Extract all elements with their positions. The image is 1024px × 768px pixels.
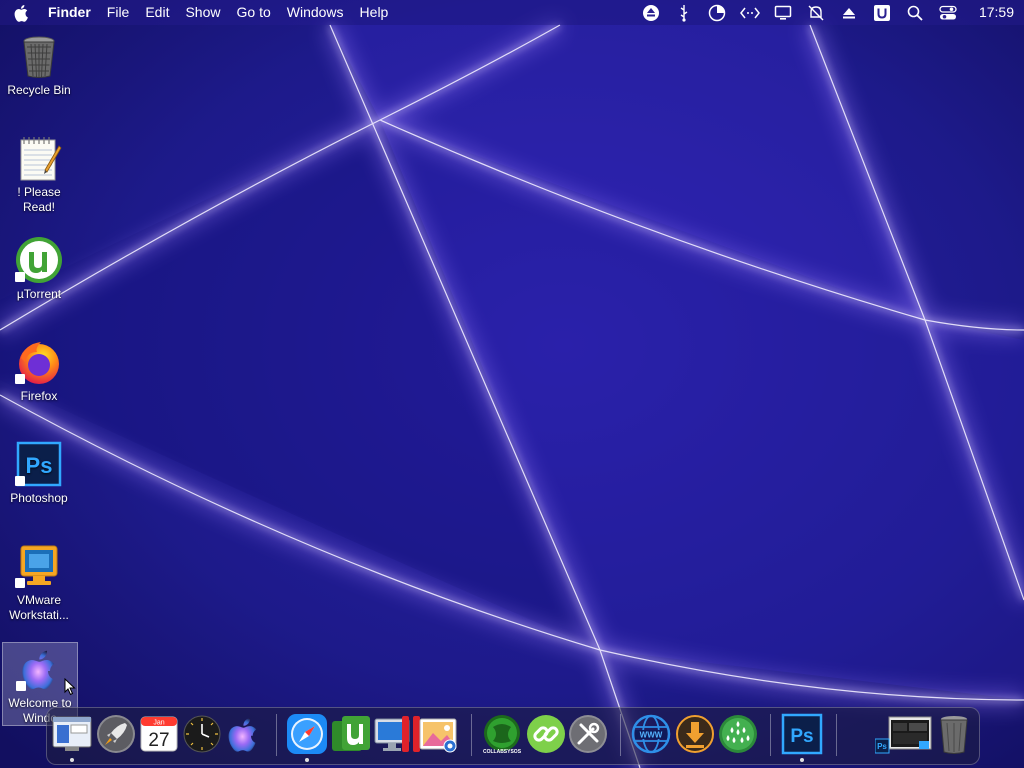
dock-photoshop[interactable]: Ps bbox=[781, 713, 823, 755]
dock-calendar[interactable]: Jan 27 bbox=[138, 713, 180, 755]
dock-finder[interactable] bbox=[51, 713, 93, 755]
desktop-icon-label: ! Please Read! bbox=[17, 185, 61, 214]
drops-icon bbox=[719, 715, 757, 753]
dock-running-indicator bbox=[305, 758, 309, 762]
desktop-icon-please-read[interactable]: ! Please Read! bbox=[2, 134, 76, 215]
dock-drops[interactable] bbox=[717, 713, 759, 755]
link-icon bbox=[527, 715, 565, 753]
dock-collabs[interactable]: COLLABSYSOS bbox=[481, 713, 523, 755]
desktop-icon-label: Firefox bbox=[20, 389, 58, 403]
dock-separator bbox=[836, 714, 837, 756]
utorrent-icon bbox=[332, 716, 370, 751]
mouse-cursor-icon bbox=[64, 678, 76, 696]
svg-text:Ps: Ps bbox=[877, 742, 887, 751]
desktop-icon-label: Recycle Bin bbox=[7, 83, 71, 97]
dock-separator bbox=[471, 714, 472, 756]
safari-icon bbox=[287, 714, 327, 754]
clock-icon bbox=[183, 715, 221, 753]
photoshop-icon: Ps bbox=[15, 440, 63, 488]
display-icon[interactable] bbox=[767, 0, 800, 25]
desktop-icon-recycle-bin[interactable]: Recycle Bin bbox=[2, 32, 76, 98]
dock-safari[interactable] bbox=[286, 713, 328, 755]
menu-show[interactable]: Show bbox=[177, 0, 228, 25]
dock: Jan 27 COLLABSYSOS WWW Ps Ps bbox=[46, 707, 980, 765]
dock-clock[interactable] bbox=[181, 713, 223, 755]
calendar-day: 27 bbox=[148, 730, 169, 751]
dock-running-indicator bbox=[800, 758, 804, 762]
eject-icon[interactable] bbox=[635, 0, 668, 25]
www-globe-icon: WWW bbox=[631, 714, 671, 754]
apple-siri-icon bbox=[228, 718, 257, 752]
dock-launchpad[interactable] bbox=[95, 713, 137, 755]
dock-trash[interactable] bbox=[933, 713, 975, 755]
menu-help[interactable]: Help bbox=[352, 0, 397, 25]
dock-photos[interactable] bbox=[417, 713, 459, 755]
collabs-icon: COLLABSYSOS bbox=[483, 715, 522, 755]
desktop-icon-firefox[interactable]: Firefox bbox=[2, 338, 76, 404]
shortcut-arrow-icon bbox=[15, 578, 25, 588]
launchpad-rocket-icon bbox=[97, 715, 135, 753]
dock-apple-siri[interactable] bbox=[223, 713, 265, 755]
u-badge-icon[interactable] bbox=[866, 0, 899, 25]
muted-bell-icon[interactable] bbox=[800, 0, 833, 25]
dock-link[interactable] bbox=[525, 713, 567, 755]
calendar-month: Jan bbox=[153, 720, 164, 727]
svg-text:Ps: Ps bbox=[26, 453, 53, 478]
utorrent-icon bbox=[15, 236, 63, 284]
shortcut-arrow-icon bbox=[15, 476, 25, 486]
photoshop-label: Ps bbox=[790, 726, 813, 747]
vmware-icon bbox=[15, 542, 63, 590]
dock-running-indicator bbox=[70, 758, 74, 762]
search-icon[interactable] bbox=[899, 0, 932, 25]
apple-logo-icon bbox=[16, 645, 64, 693]
download-icon bbox=[676, 715, 714, 753]
usb-icon[interactable] bbox=[668, 0, 701, 25]
menu-windows[interactable]: Windows bbox=[279, 0, 352, 25]
desktop-screen: Finder File Edit Show Go to Windows Help bbox=[0, 0, 1024, 768]
control-center-icon[interactable] bbox=[932, 0, 965, 25]
firefox-icon bbox=[15, 338, 63, 386]
dock-window-preview[interactable]: Ps bbox=[874, 713, 935, 755]
collabs-label: COLLABSYSOS bbox=[483, 749, 522, 755]
desktop-icon-label: VMware Workstati... bbox=[9, 593, 69, 622]
tools-icon bbox=[569, 715, 607, 753]
shortcut-arrow-icon bbox=[15, 374, 25, 384]
desktop-icon-label: Photoshop bbox=[10, 491, 68, 505]
dock-separator bbox=[770, 714, 771, 756]
dock-utorrent[interactable] bbox=[330, 713, 372, 755]
dock-separator bbox=[620, 714, 621, 756]
desktop-icon-utorrent[interactable]: µTorrent bbox=[2, 236, 76, 302]
desktop-icon-vmware[interactable]: VMware Workstati... bbox=[2, 542, 76, 623]
dock-tools[interactable] bbox=[567, 713, 609, 755]
menu-go-to[interactable]: Go to bbox=[229, 0, 279, 25]
recycle-bin-icon bbox=[15, 32, 63, 80]
menu-file[interactable]: File bbox=[99, 0, 138, 25]
trash-icon bbox=[940, 716, 968, 754]
dock-download[interactable] bbox=[674, 713, 716, 755]
photos-icon bbox=[419, 718, 457, 753]
wallpaper bbox=[0, 0, 1024, 768]
shortcut-arrow-icon bbox=[16, 681, 26, 691]
shortcut-arrow-icon bbox=[15, 272, 25, 282]
desktop-icon-label: µTorrent bbox=[16, 287, 62, 301]
network-code-icon[interactable] bbox=[734, 0, 767, 25]
menu-bar: Finder File Edit Show Go to Windows Help bbox=[0, 0, 1024, 25]
www-label: WWW bbox=[640, 731, 663, 740]
finder-icon bbox=[52, 716, 92, 751]
triangle-up-icon[interactable] bbox=[833, 0, 866, 25]
menu-app-name[interactable]: Finder bbox=[44, 0, 99, 25]
dock-www[interactable]: WWW bbox=[630, 713, 672, 755]
menu-clock[interactable]: 17:59 bbox=[979, 0, 1014, 25]
desktop-icon-photoshop[interactable]: Ps Photoshop bbox=[2, 440, 76, 506]
apple-menu-icon[interactable] bbox=[0, 4, 44, 22]
pie-chart-icon[interactable] bbox=[701, 0, 734, 25]
photoshop-icon: Ps bbox=[781, 713, 823, 755]
notepad-icon bbox=[15, 134, 63, 182]
calendar-icon: Jan 27 bbox=[140, 716, 178, 752]
dock-separator bbox=[276, 714, 277, 756]
window-preview-icon: Ps bbox=[874, 716, 932, 754]
menu-edit[interactable]: Edit bbox=[137, 0, 177, 25]
